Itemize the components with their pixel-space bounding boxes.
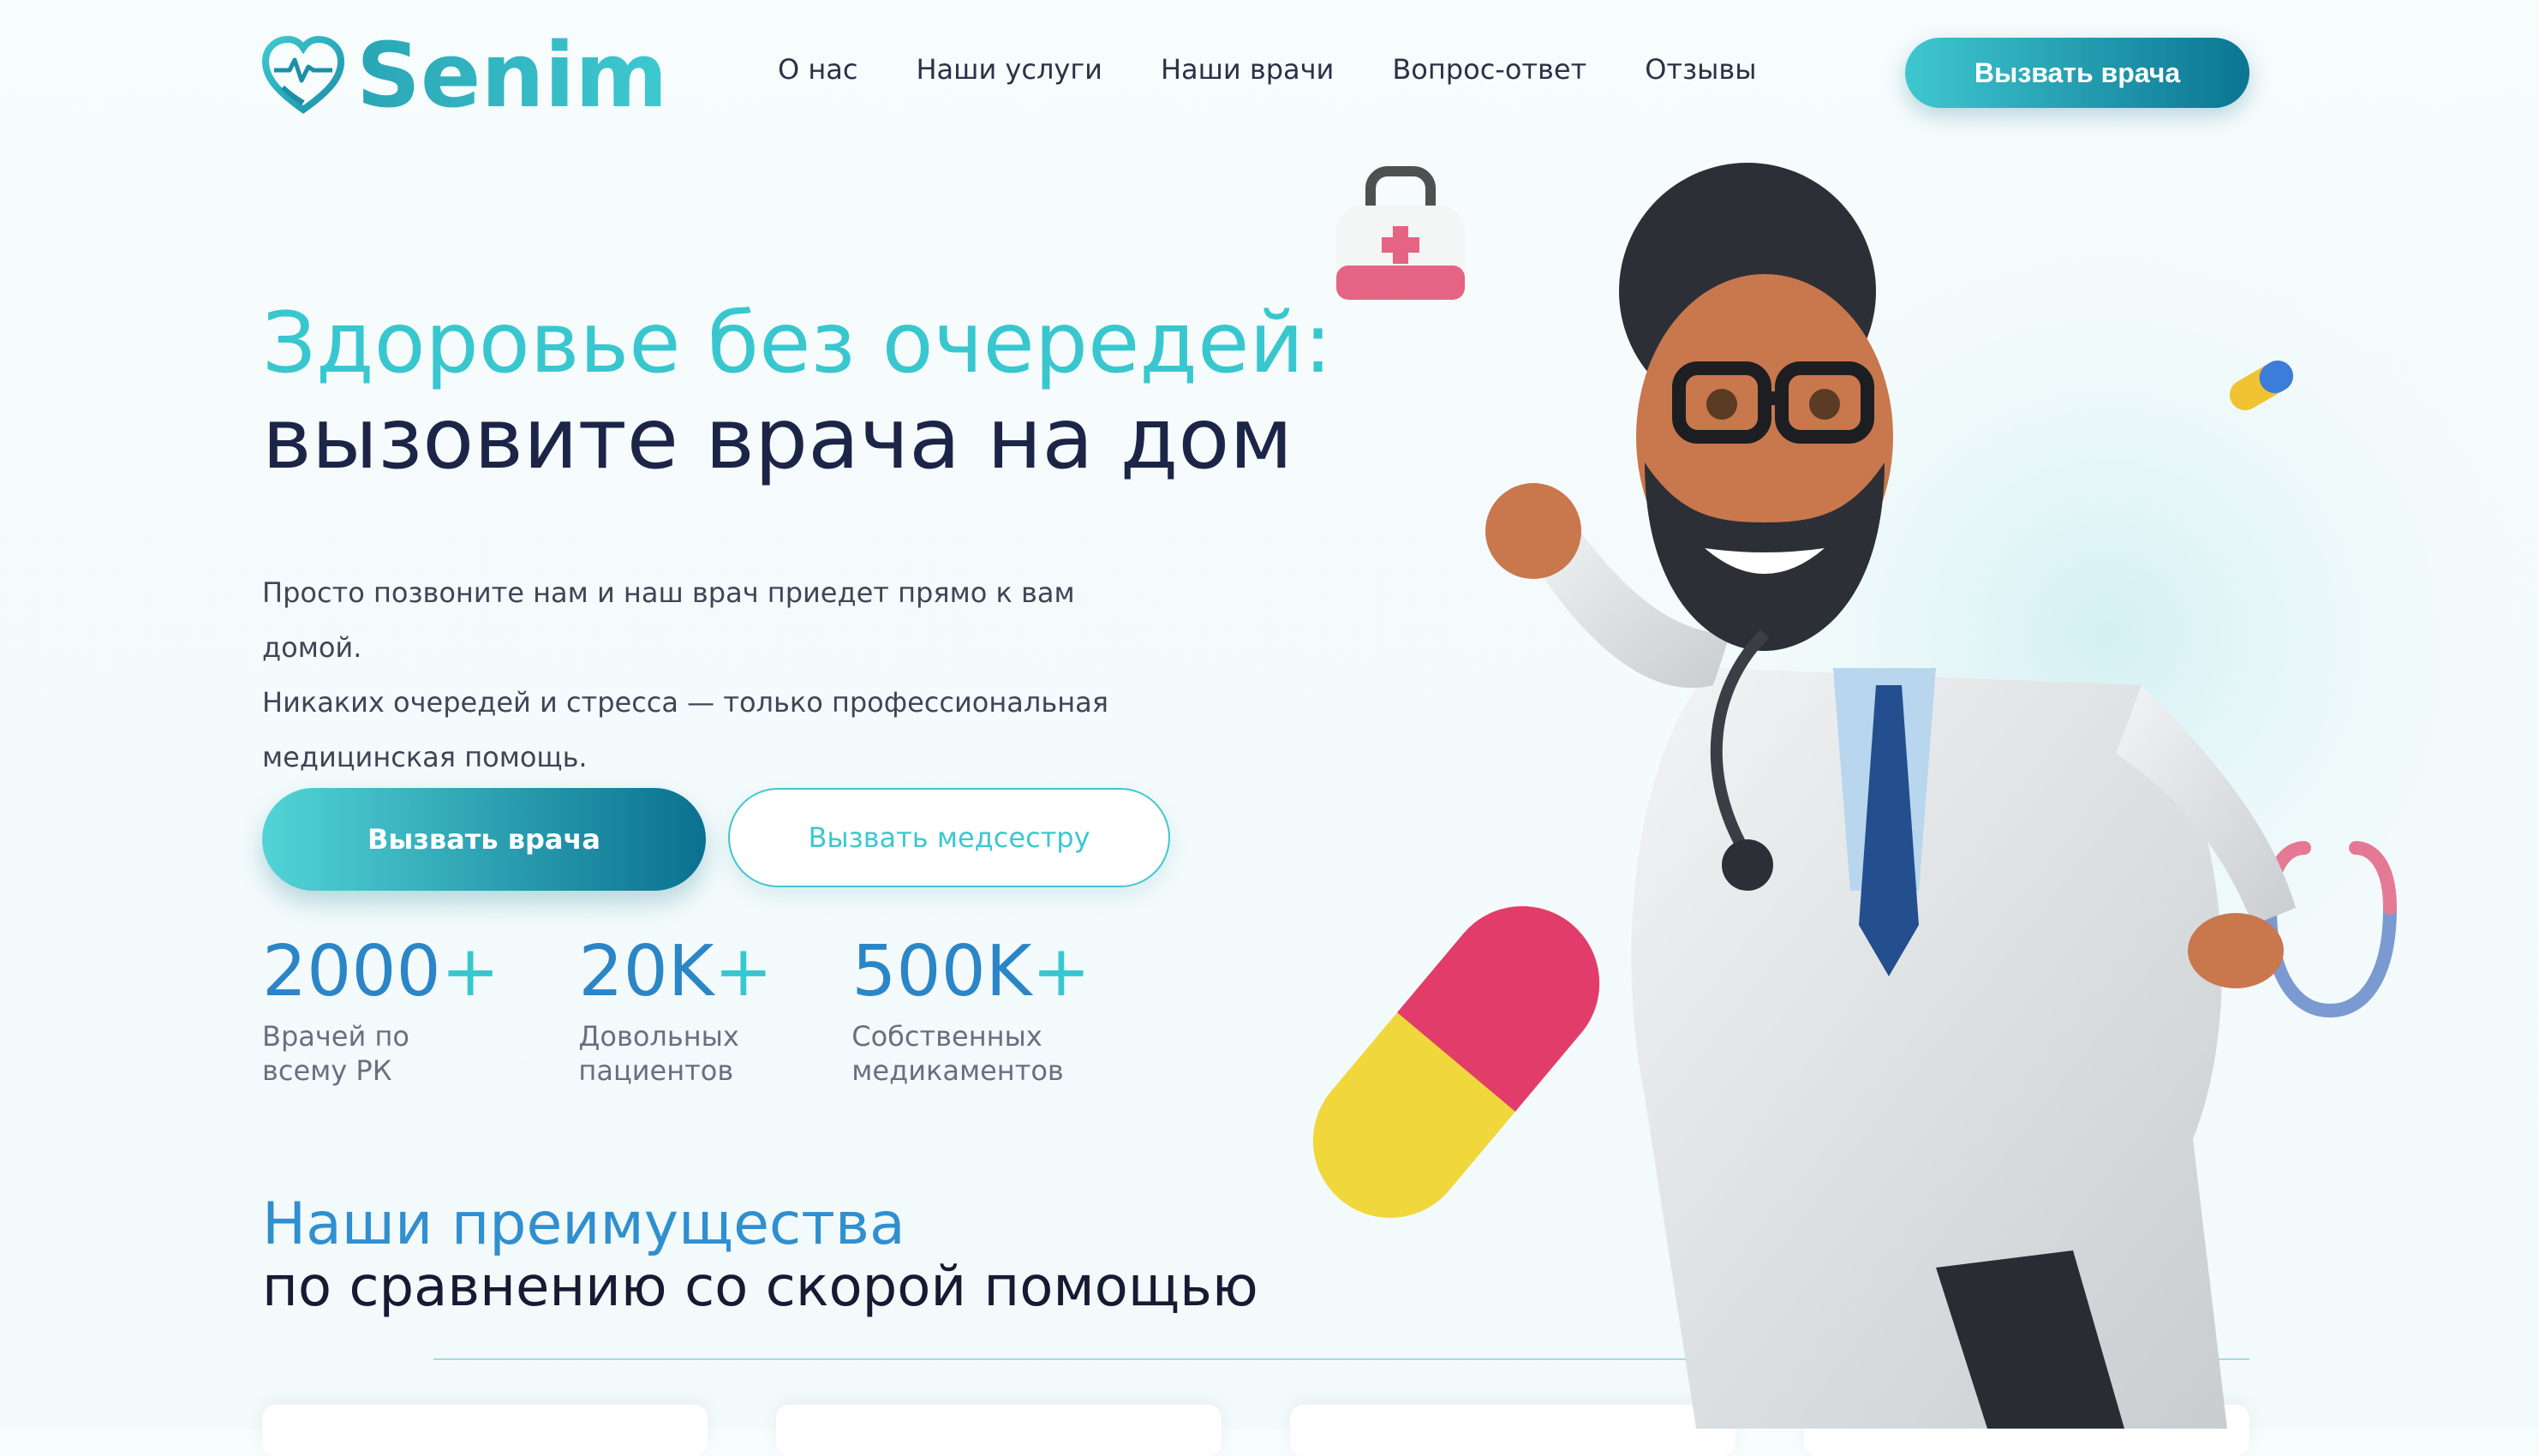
stat-value: 20K+ [578, 931, 774, 1012]
medical-kit-icon [1336, 166, 1465, 300]
logo[interactable]: Senim [262, 31, 668, 120]
doctor-illustration [1312, 163, 2539, 1429]
call-doctor-button[interactable]: Вызвать врача [262, 788, 706, 891]
capsule-icon [1312, 906, 1600, 1218]
advantages-title-line1: Наши преимущества [262, 1190, 905, 1258]
advantage-card [262, 1405, 708, 1456]
header-call-doctor-button[interactable]: Вызвать врача [1905, 38, 2249, 108]
advantages-title: Наши преимущества по сравнению со скорой… [262, 1190, 1258, 1320]
nav-reviews[interactable]: Отзывы [1645, 53, 1756, 86]
nav-faq[interactable]: Вопрос-ответ [1392, 53, 1586, 86]
stat-label: Довольных пациентов [578, 1020, 739, 1087]
call-nurse-button[interactable]: Вызвать медсестру [728, 788, 1170, 887]
hero-description-line: медицинская помощь. [262, 741, 588, 773]
hero-description-line: Просто позвоните нам и наш врач приедет … [262, 576, 1075, 664]
stat-value: 2000+ [262, 931, 500, 1012]
nav-services[interactable]: Наши услуги [916, 53, 1102, 86]
advantages-title-line2: по сравнению со скорой помощью [262, 1256, 1258, 1320]
hero-description-line: Никаких очередей и стресса — только проф… [262, 686, 1108, 719]
stat-medications: 500K+ Собственных медикаментов [851, 937, 1090, 1088]
stat-label: Собственных медикаментов [851, 1020, 1064, 1087]
nav-doctors[interactable]: Наши врачи [1161, 53, 1334, 86]
hero-description: Просто позвоните нам и наш врач приедет … [262, 565, 1170, 785]
logo-text: Senim [356, 23, 668, 128]
nav-about[interactable]: О нас [778, 53, 857, 86]
stat-patients: 20K+ Довольных пациентов [578, 937, 773, 1088]
stat-doctors: 2000+ Врачей по всему РК [262, 937, 499, 1088]
main-nav: О нас Наши услуги Наши врачи Вопрос-отве… [778, 53, 1814, 86]
stats: 2000+ Врачей по всему РК 20K+ Довольных па… [262, 937, 1169, 1088]
stat-value: 500K+ [851, 931, 1091, 1012]
heart-pulse-icon [262, 36, 344, 114]
stat-label: Врачей по всему РК [262, 1020, 409, 1087]
advantage-card [776, 1405, 1222, 1456]
